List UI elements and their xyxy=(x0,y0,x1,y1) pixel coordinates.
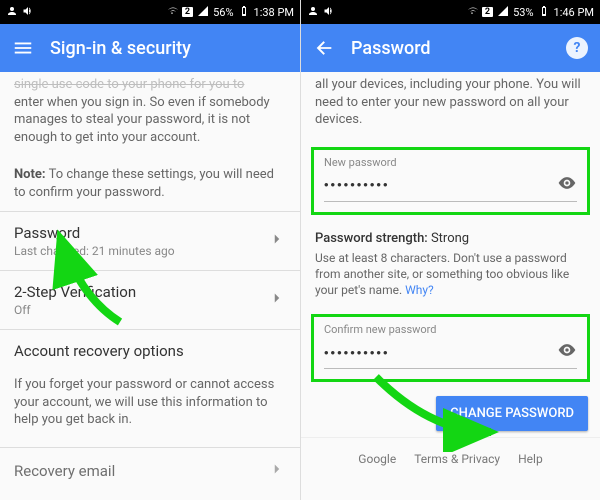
intro-text: all your devices, including your phone. … xyxy=(301,72,600,139)
field-label: Confirm new password xyxy=(324,323,577,336)
row-recovery-email[interactable]: Recovery email xyxy=(0,448,300,494)
new-password-input[interactable] xyxy=(324,177,557,192)
screen-signin-security: 2 56% 1:38 PM Sign-in & security single … xyxy=(0,0,300,500)
row-subtitle: Off xyxy=(14,303,268,317)
row-subtitle: Last changed: 21 minutes ago xyxy=(14,244,268,258)
sim-indicator: 2 xyxy=(182,7,193,17)
battery-icon xyxy=(538,5,550,20)
change-password-button[interactable]: CHANGE PASSWORD xyxy=(436,396,588,431)
recovery-desc: If you forget your password or cannot ac… xyxy=(0,366,300,439)
wifi-icon xyxy=(466,5,478,20)
chevron-right-icon xyxy=(268,230,286,252)
footer-terms[interactable]: Terms & Privacy xyxy=(414,452,500,466)
eye-icon[interactable] xyxy=(557,340,577,364)
note-text: Note: To change these settings, you will… xyxy=(0,156,300,211)
help-icon[interactable]: ? xyxy=(566,37,588,59)
battery-text: 53% xyxy=(513,6,533,19)
signal-icon xyxy=(497,5,509,20)
confirm-password-input[interactable] xyxy=(324,345,557,360)
back-icon[interactable] xyxy=(313,37,335,59)
status-bar: 2 56% 1:38 PM xyxy=(0,0,300,24)
new-password-field[interactable]: New password xyxy=(311,147,590,215)
status-bar: 2 53% 1:46 PM xyxy=(301,0,600,24)
volume-icon xyxy=(22,5,34,20)
row-title: 2-Step Verification xyxy=(14,283,268,301)
clock-text: 1:38 PM xyxy=(254,6,294,19)
row-title: Recovery email xyxy=(14,462,268,480)
screen-password: 2 53% 1:46 PM Password ? all your device… xyxy=(300,0,600,500)
field-label: New password xyxy=(324,156,577,169)
footer-google[interactable]: Google xyxy=(358,452,396,466)
app-bar: Password ? xyxy=(301,24,600,72)
battery-icon xyxy=(238,5,250,20)
eye-icon[interactable] xyxy=(557,173,577,197)
person-icon xyxy=(6,5,18,20)
why-link[interactable]: Why? xyxy=(405,283,434,297)
confirm-password-field[interactable]: Confirm new password xyxy=(311,314,590,382)
page-title: Sign-in & security xyxy=(50,38,288,59)
volume-icon xyxy=(323,5,335,20)
row-2step[interactable]: 2-Step Verification Off xyxy=(0,271,300,329)
app-bar: Sign-in & security xyxy=(0,24,300,72)
clock-text: 1:46 PM xyxy=(554,6,594,19)
footer-help[interactable]: Help xyxy=(518,452,543,466)
menu-icon[interactable] xyxy=(12,37,34,59)
content-area: single use code to your phone for you to… xyxy=(0,72,300,500)
person-icon xyxy=(307,5,319,20)
page-title: Password xyxy=(351,38,550,59)
content-area: all your devices, including your phone. … xyxy=(301,72,600,500)
chevron-right-icon xyxy=(268,289,286,311)
section-title: Account recovery options xyxy=(0,330,300,366)
chevron-right-icon xyxy=(268,460,286,482)
sim-indicator: 2 xyxy=(482,7,493,17)
password-hint: Use at least 8 characters. Don't use a p… xyxy=(301,250,600,307)
row-title: Password xyxy=(14,224,268,242)
wifi-icon xyxy=(166,5,178,20)
password-strength: Password strength: Strong xyxy=(301,223,600,250)
footer-links: Google Terms & Privacy Help xyxy=(301,437,600,472)
signal-icon xyxy=(197,5,209,20)
row-password[interactable]: Password Last changed: 21 minutes ago xyxy=(0,212,300,270)
battery-text: 56% xyxy=(213,6,233,19)
intro-text: single use code to your phone for you to… xyxy=(0,72,300,156)
